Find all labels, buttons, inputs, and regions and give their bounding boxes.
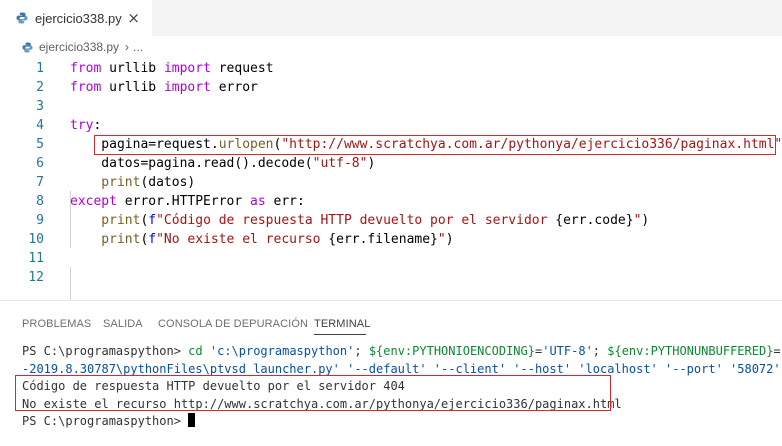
terminal-token: ${env:PYTHONIOENCODING} xyxy=(368,344,535,358)
code-line[interactable]: 4 try: xyxy=(0,116,782,135)
terminal-token: ; xyxy=(592,344,608,358)
terminal-token: = xyxy=(773,344,781,358)
code-token: "Código de respuesta HTTP devuelto por e… xyxy=(156,213,556,228)
terminal-token: PS C:\programaspython> xyxy=(22,344,189,358)
code-token: ) xyxy=(367,156,376,171)
terminal-cursor xyxy=(188,413,196,427)
terminal-token: 'c:\programaspython' xyxy=(209,344,355,358)
line-number: 2 xyxy=(36,80,44,95)
code-token: f xyxy=(148,213,157,228)
line-number: 11 xyxy=(28,251,44,266)
code-line[interactable]: 10 print(f"No existe el recurso {err.fil… xyxy=(0,230,782,249)
line-number: 12 xyxy=(28,270,44,285)
code-line[interactable]: 1 from urllib import request xyxy=(0,59,782,78)
code-token: as xyxy=(250,194,266,209)
code-token: import xyxy=(163,61,211,76)
code-token: err: xyxy=(265,194,305,209)
code-token: "utf-8" xyxy=(312,156,368,171)
code-token: ) xyxy=(641,213,650,228)
code-token: datos=pagina.read().decode( xyxy=(70,156,313,171)
terminal-token: ${env:PYTHONUNBUFFERED} xyxy=(607,344,774,358)
panel-tab-bar: PROBLEMAS SALIDA CONSOLA DE DEPURACIÓN T… xyxy=(0,301,782,337)
code-token: (datos) xyxy=(140,175,196,190)
code-text: print(f"No existe el recurso {err.filena… xyxy=(70,230,454,249)
code-token: print xyxy=(70,232,141,247)
tab-consola-depuracion[interactable]: CONSOLA DE DEPURACIÓN xyxy=(158,318,308,330)
line-number: 10 xyxy=(28,232,44,247)
bottom-panel: PROBLEMAS SALIDA CONSOLA DE DEPURACIÓN T… xyxy=(0,300,782,445)
code-text: from urllib import error xyxy=(70,78,258,97)
terminal-token: PS C:\programaspython> xyxy=(22,414,189,428)
code-text: print(f"Código de respuesta HTTP devuelt… xyxy=(70,211,649,230)
editor-tab-ejercicio338[interactable]: ejercicio338.py × xyxy=(0,0,152,36)
code-token: request xyxy=(210,61,274,76)
code-line[interactable]: 2 from urllib import error xyxy=(0,78,782,97)
terminal-token: cd xyxy=(188,344,210,358)
close-tab-icon[interactable]: × xyxy=(127,9,140,27)
active-tab-indicator xyxy=(314,334,366,335)
breadcrumb-separator-icon: › xyxy=(125,40,130,54)
line-number: 1 xyxy=(36,61,44,76)
code-line[interactable]: 7 print(datos) xyxy=(0,173,782,192)
tab-salida[interactable]: SALIDA xyxy=(103,318,143,330)
code-token: {err.filename} xyxy=(328,232,438,247)
line-number: 4 xyxy=(36,118,44,133)
line-number: 3 xyxy=(36,99,44,114)
code-text: except error.HTTPError as err: xyxy=(70,192,305,211)
tab-label: ejercicio338.py xyxy=(35,10,122,26)
code-line[interactable]: 6 datos=pagina.read().decode("utf-8") xyxy=(0,154,782,173)
code-token: {err.code} xyxy=(555,213,634,228)
code-text: datos=pagina.read().decode("utf-8") xyxy=(70,154,375,173)
breadcrumb: ejercicio338.py › ... xyxy=(0,36,782,58)
line-number: 6 xyxy=(36,156,44,171)
python-file-icon xyxy=(16,12,28,24)
terminal-line: PS C:\programaspython> cd 'c:\programasp… xyxy=(22,343,782,360)
code-text: from urllib import request xyxy=(70,59,274,78)
code-line[interactable]: 11 xyxy=(0,249,782,268)
code-token: from xyxy=(70,80,102,95)
code-token: error xyxy=(210,80,258,95)
terminal-token: -2019.8.30787\pythonFiles\ptvsd_launcher… xyxy=(22,361,348,376)
terminal-line: PS C:\programaspython> xyxy=(22,413,196,430)
highlight-annotation-urlopen xyxy=(94,135,776,155)
breadcrumb-file[interactable]: ejercicio338.py xyxy=(39,40,119,54)
python-file-icon xyxy=(22,41,33,53)
line-number: 7 xyxy=(36,175,44,190)
code-token: error.HTTPError xyxy=(116,194,251,209)
code-editor[interactable]: 1 from urllib import request 2 from urllib … xyxy=(0,58,782,305)
code-token: try xyxy=(70,118,94,133)
line-number: 8 xyxy=(36,194,44,209)
terminal-token: '--default' '--client' '--host' 'localho… xyxy=(347,361,782,376)
line-number: 9 xyxy=(36,213,44,228)
code-line[interactable]: 3 xyxy=(0,97,782,116)
line-number: 5 xyxy=(36,137,44,152)
code-token: : xyxy=(93,118,102,133)
editor-tab-bar: ejercicio338.py × xyxy=(0,0,782,36)
code-line[interactable]: 9 print(f"Código de respuesta HTTP devue… xyxy=(0,211,782,230)
terminal-token: ; xyxy=(354,344,369,358)
code-token: print xyxy=(70,213,141,228)
code-token: urllib xyxy=(101,61,164,76)
terminal-token: 'UTF-8' xyxy=(542,344,593,358)
code-token: urllib xyxy=(101,80,164,95)
code-line[interactable]: 8 except error.HTTPError as err: xyxy=(0,192,782,211)
code-text: try: xyxy=(70,116,101,135)
tab-terminal[interactable]: TERMINAL xyxy=(314,318,370,330)
code-text: print(datos) xyxy=(70,173,195,192)
code-token: except xyxy=(70,194,117,209)
breadcrumb-more[interactable]: ... xyxy=(133,40,143,54)
highlight-annotation-output xyxy=(15,375,611,411)
code-token: f xyxy=(148,232,157,247)
code-token: from xyxy=(70,61,102,76)
code-token: " xyxy=(437,232,446,247)
code-token: print xyxy=(70,175,141,190)
code-token: ) xyxy=(445,232,454,247)
code-line[interactable]: 12 xyxy=(0,268,782,287)
code-token: import xyxy=(163,80,211,95)
code-token: "No existe el recurso xyxy=(156,232,329,247)
tab-problemas[interactable]: PROBLEMAS xyxy=(22,318,91,330)
